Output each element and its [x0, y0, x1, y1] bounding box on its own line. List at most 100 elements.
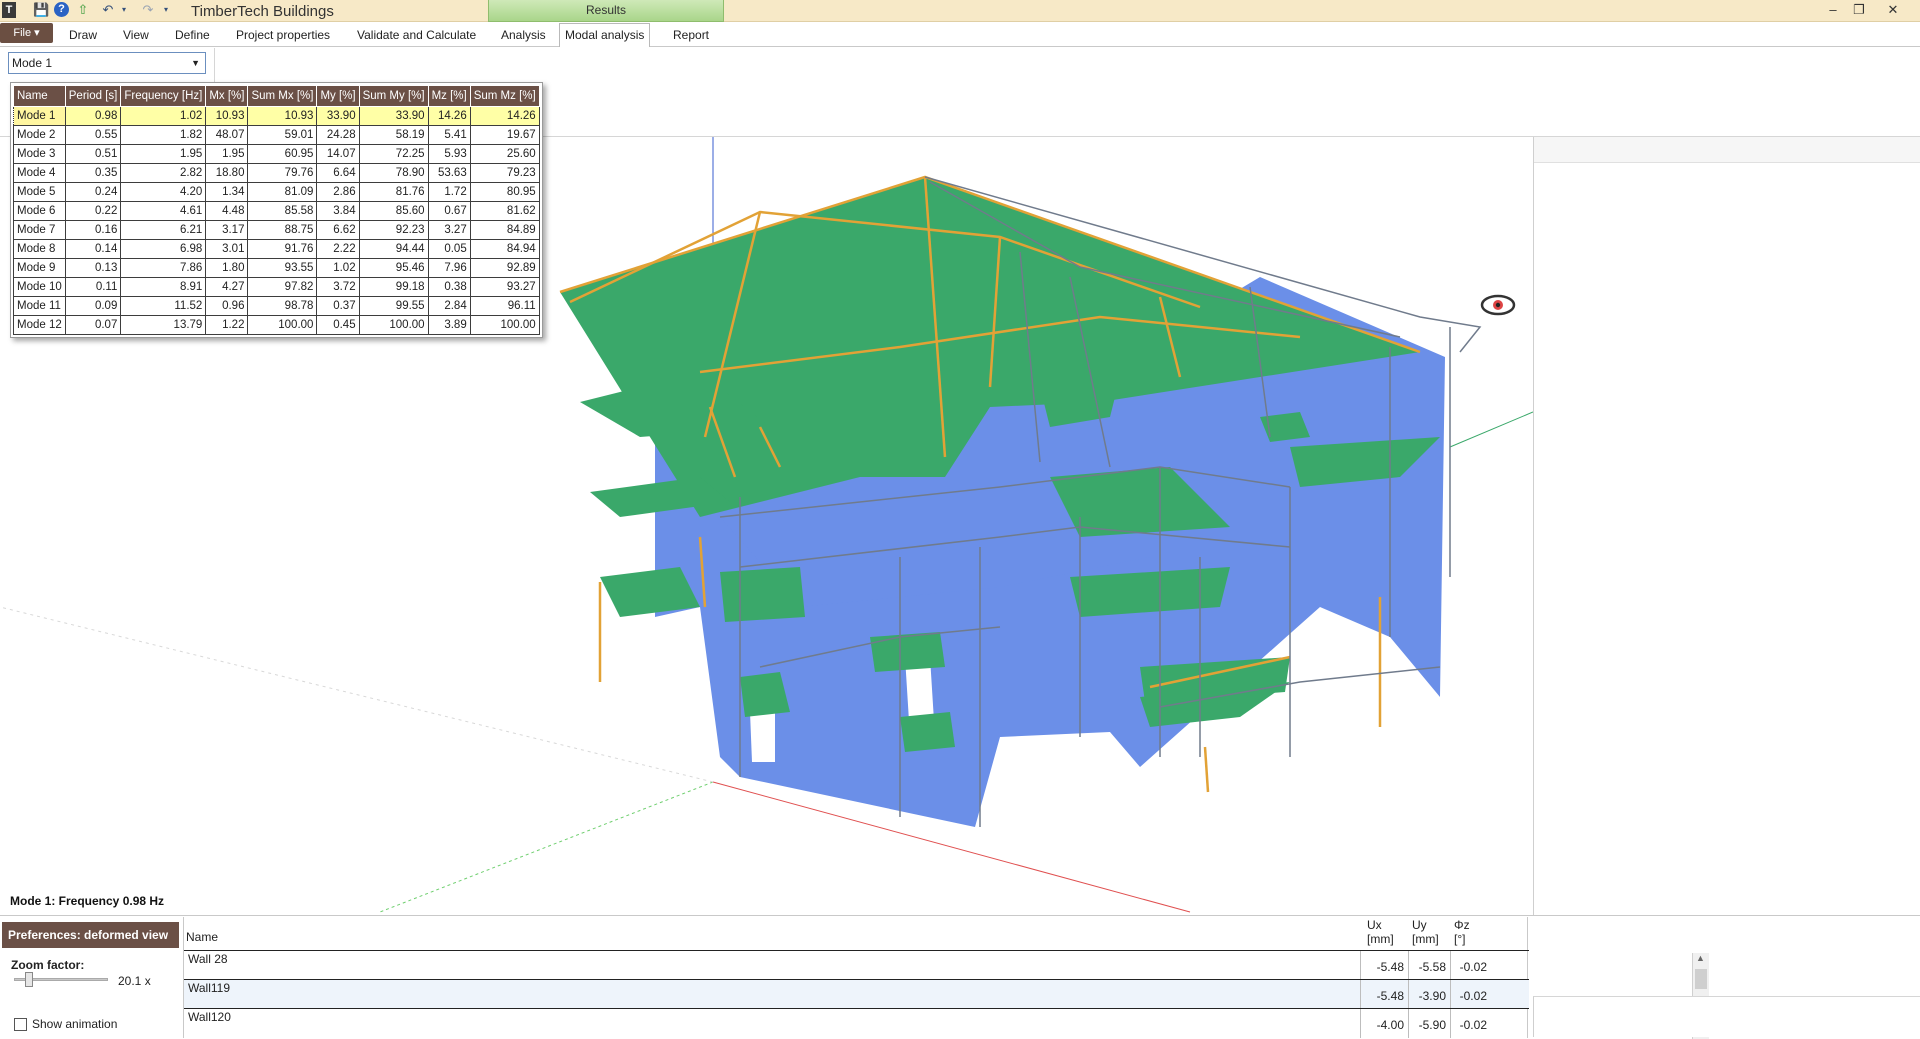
mode-frequency-status: Mode 1: Frequency 0.98 Hz	[10, 894, 165, 908]
save-icon[interactable]: 💾	[33, 2, 49, 18]
grid-header-phiz: Φz	[1454, 918, 1470, 932]
redo-icon[interactable]: ↷	[140, 2, 156, 18]
table-cell: 1.95	[120, 144, 207, 164]
mode-name-cell: Mode 2	[13, 125, 66, 145]
scrollbar-thumb[interactable]	[1695, 969, 1707, 989]
table-cell: 3.84	[316, 201, 360, 221]
scroll-up-icon[interactable]: ▲	[1696, 953, 1705, 963]
mode-name-cell: Mode 4	[13, 163, 66, 183]
export-icon[interactable]: ⇧	[75, 2, 91, 18]
tab-project-properties[interactable]: Project properties	[231, 26, 335, 47]
redo-dropdown-icon[interactable]: ▾	[158, 2, 174, 18]
table-row[interactable]: Mode 1 0.98 1.02 10.93 10.93 33.90 33.90 14.26 1…	[13, 106, 540, 126]
table-cell: 4.20	[120, 182, 207, 202]
table-cell: 78.90	[358, 163, 429, 183]
file-menu-button[interactable]: File ▾	[0, 23, 53, 43]
table-cell: 3.01	[205, 239, 249, 259]
table-cell: 79.23	[469, 163, 540, 183]
show-animation-checkbox[interactable]	[14, 1018, 27, 1031]
tab-view[interactable]: View	[118, 26, 154, 47]
table-cell: 14.26	[469, 106, 540, 126]
table-cell: 6.64	[316, 163, 360, 183]
show-animation-label: Show animation	[32, 1017, 118, 1031]
table-cell: 1.02	[120, 106, 207, 126]
table-cell: 53.63	[427, 163, 471, 183]
close-button[interactable]: ✕	[1880, 1, 1906, 19]
element-name-cell: Wall 28	[188, 952, 228, 966]
tab-define[interactable]: Define	[170, 26, 215, 47]
table-row[interactable]: Mode 2 0.55 1.82 48.07 59.01 24.28 58.19 5.41 19…	[13, 125, 540, 145]
table-cell: 1.80	[205, 258, 249, 278]
table-header-cell[interactable]: Period [s]	[64, 85, 122, 107]
mode-name-cell: Mode 12	[13, 315, 66, 335]
table-row[interactable]: Wall120 -4.00 -5.90 -0.02	[184, 1008, 1529, 1038]
table-cell: 33.90	[316, 106, 360, 126]
zoom-slider-thumb[interactable]	[25, 972, 34, 987]
table-row[interactable]: Mode 9 0.13 7.86 1.80 93.55 1.02 95.46 7.96 92.8…	[13, 258, 540, 278]
tab-analysis[interactable]: Analysis	[496, 26, 551, 47]
table-cell: 7.86	[120, 258, 207, 278]
table-cell: 95.46	[358, 258, 429, 278]
grid-header-phiz-unit: [°]	[1454, 932, 1466, 946]
table-row[interactable]: Wall119 -5.48 -3.90 -0.02	[184, 979, 1529, 1009]
mode-name-cell: Mode 6	[13, 201, 66, 221]
tab-validate-and-calculate[interactable]: Validate and Calculate	[352, 26, 481, 47]
tab-draw[interactable]: Draw	[64, 26, 102, 47]
table-cell: 0.98	[64, 106, 122, 126]
help-icon[interactable]: ?	[54, 2, 69, 17]
table-cell: 5.93	[427, 144, 471, 164]
mode-name-cell: Mode 5	[13, 182, 66, 202]
mode-name-cell: Mode 7	[13, 220, 66, 240]
tab-modal-analysis[interactable]: Modal analysis	[559, 23, 651, 48]
mode-select[interactable]: Mode 1 ▼	[8, 52, 206, 74]
table-cell: 100.00	[469, 315, 540, 335]
right-bottom-panel	[1533, 996, 1920, 1037]
table-cell: 59.01	[247, 125, 318, 145]
table-header-cell[interactable]: Mz [%]	[427, 85, 471, 107]
table-row[interactable]: Mode 8 0.14 6.98 3.01 91.76 2.22 94.44 0.05 84.9…	[13, 239, 540, 259]
table-cell: 0.22	[64, 201, 122, 221]
table-header-cell[interactable]: Sum Mx [%]	[247, 85, 318, 107]
table-row[interactable]: Mode 10 0.11 8.91 4.27 97.82 3.72 99.18 0.38 93.…	[13, 277, 540, 297]
table-row[interactable]: Mode 5 0.24 4.20 1.34 81.09 2.86 81.76 1.72 80.9…	[13, 182, 540, 202]
table-row[interactable]: Mode 12 0.07 13.79 1.22 100.00 0.45 100.00 3.89…	[13, 315, 540, 335]
undo-icon[interactable]: ↶	[100, 2, 116, 18]
results-context-tab: Results	[488, 0, 724, 22]
modal-results-table: Name Period [s] Frequency [Hz] Mx [%] Sum Mx…	[10, 82, 543, 338]
table-cell: 48.07	[205, 125, 249, 145]
tab-report[interactable]: Report	[668, 26, 714, 47]
table-cell: 1.34	[205, 182, 249, 202]
table-header-cell[interactable]: Name	[13, 85, 66, 107]
restore-button[interactable]: ❐	[1846, 1, 1872, 19]
table-cell: 1.22	[205, 315, 249, 335]
grid-header-ux-unit: [mm]	[1367, 932, 1394, 946]
table-row[interactable]: Mode 3 0.51 1.95 1.95 60.95 14.07 72.25 5.93 25.…	[13, 144, 540, 164]
minimize-button[interactable]: –	[1820, 1, 1846, 19]
table-row[interactable]: Mode 7 0.16 6.21 3.17 88.75 6.62 92.23 3.27 84.8…	[13, 220, 540, 240]
table-header-cell[interactable]: Sum My [%]	[358, 85, 429, 107]
table-header-cell[interactable]: Mx [%]	[205, 85, 249, 107]
phiz-cell: -0.02	[1459, 989, 1487, 1003]
ux-cell: -5.48	[1376, 960, 1404, 974]
uy-cell: -3.90	[1418, 989, 1446, 1003]
table-header-cell[interactable]: Frequency [Hz]	[120, 85, 207, 107]
table-row[interactable]: Mode 11 0.09 11.52 0.96 98.78 0.37 99.55 2.84 96…	[13, 296, 540, 316]
visibility-eye-icon[interactable]	[1480, 294, 1516, 316]
cell-divider	[1360, 980, 1361, 1009]
undo-dropdown-icon[interactable]: ▾	[116, 2, 132, 18]
table-cell: 85.60	[358, 201, 429, 221]
table-cell: 1.95	[205, 144, 249, 164]
table-row[interactable]: Wall 28 -5.48 -5.58 -0.02	[184, 950, 1529, 980]
table-cell: 14.07	[316, 144, 360, 164]
table-cell: 99.18	[358, 277, 429, 297]
ux-cell: -4.00	[1376, 1018, 1404, 1032]
table-cell: 58.19	[358, 125, 429, 145]
table-cell: 100.00	[247, 315, 318, 335]
table-cell: 2.82	[120, 163, 207, 183]
table-cell: 4.61	[120, 201, 207, 221]
table-row[interactable]: Mode 4 0.35 2.82 18.80 79.76 6.64 78.90 53.63 79…	[13, 163, 540, 183]
table-row[interactable]: Mode 6 0.22 4.61 4.48 85.58 3.84 85.60 0.67 81.6…	[13, 201, 540, 221]
table-cell: 0.51	[64, 144, 122, 164]
table-header-cell[interactable]: My [%]	[316, 85, 360, 107]
table-header-cell[interactable]: Sum Mz [%]	[469, 85, 540, 107]
